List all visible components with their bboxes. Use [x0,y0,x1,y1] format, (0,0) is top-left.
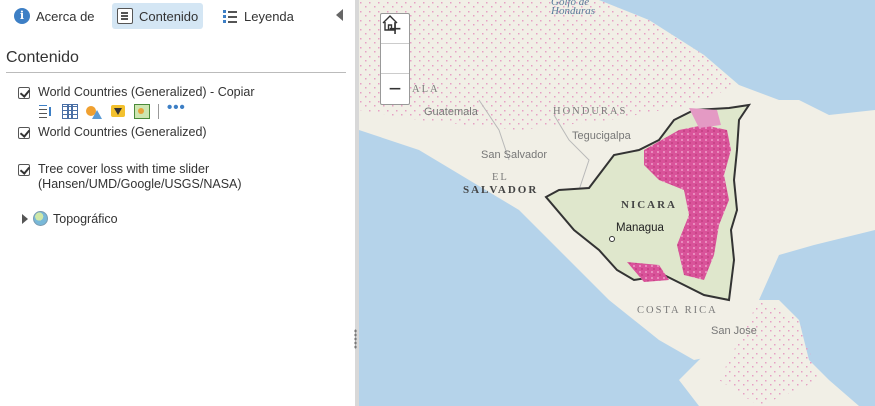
layer-item-world-countries-copy[interactable]: World Countries (Generalized) - Copiar [18,85,255,100]
content-panel: i Acerca de Contenido Leyenda Contenido … [0,0,355,406]
home-icon [382,15,398,31]
basemap-label: Topográfico [53,211,118,226]
layer-item-world-countries[interactable]: World Countries (Generalized) [18,125,207,140]
map-label-san-jose: San Jose [711,325,757,337]
map-label-honduras-water: Honduras [551,5,596,17]
map-label-guatemala-city: Guatemala [424,106,478,118]
splitter-grip-icon[interactable] [354,329,357,349]
info-icon: i [14,8,30,24]
basemap-item[interactable]: Topográfico [22,211,118,226]
map-label-el: EL [492,172,509,183]
panel-tabbar: i Acerca de Contenido Leyenda [0,0,355,34]
map-label-managua: Managua [616,222,664,234]
layer-visibility-checkbox[interactable] [18,87,30,99]
map-label-nicaragua: NICARA [621,199,677,211]
expand-arrow-icon[interactable] [22,213,28,224]
sort-icon[interactable] [38,104,54,119]
title-divider [6,72,346,73]
tab-about[interactable]: i Acerca de [10,3,99,29]
home-button[interactable] [381,15,409,74]
layer-label: World Countries (Generalized) - Copiar [38,85,255,99]
layer-label: Tree cover loss with time slider (Hansen… [38,162,242,191]
toolbar-divider [158,103,159,119]
managua-marker [609,236,615,242]
layer-toolbar: ••• [38,100,185,119]
legend-icon [222,8,238,24]
tab-legend-label: Leyenda [244,8,294,24]
layer-label: World Countries (Generalized) [38,125,207,139]
map-label-san-salvador: San Salvador [481,149,548,161]
more-options-icon[interactable]: ••• [167,100,185,119]
tab-content-label: Contenido [139,8,199,24]
attribute-table-icon[interactable] [62,103,78,119]
globe-icon [33,211,48,226]
map-label-guatemala-region: ALA [412,84,440,95]
change-symbology-icon[interactable] [86,104,102,119]
basemap-graphics [359,0,875,406]
show-legend-icon[interactable] [134,103,150,119]
map-label-tegucigalpa: Tegucigalpa [572,130,631,142]
content-list-icon [117,8,133,24]
layer-visibility-checkbox[interactable] [18,127,30,139]
zoom-control: + − [380,13,410,105]
map-label-costa-rica: COSTA RICA [637,305,718,316]
tab-legend[interactable]: Leyenda [218,3,298,29]
tab-about-label: Acerca de [36,8,95,24]
layer-visibility-checkbox[interactable] [18,164,30,176]
panel-title: Contenido [6,49,79,66]
tab-content[interactable]: Contenido [112,3,204,29]
map-label-honduras: HONDURAS [553,106,628,117]
layer-item-tree-cover-loss[interactable]: Tree cover loss with time slider (Hansen… [18,162,278,192]
collapse-panel-icon[interactable] [336,9,343,21]
filter-icon[interactable] [110,104,126,119]
map-label-salvador: SALVADOR [463,184,539,196]
zoom-out-button[interactable]: − [381,74,409,104]
map-view[interactable]: Golfo de Honduras ALA HONDURAS Guatemala… [359,0,875,406]
